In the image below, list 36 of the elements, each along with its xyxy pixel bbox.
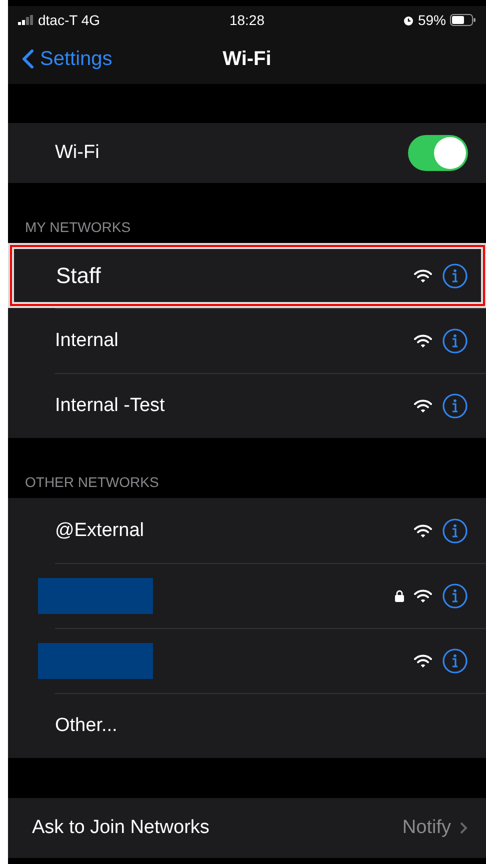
clock-time: 18:28 [229, 12, 265, 28]
wifi-signal-icon [414, 268, 432, 282]
network-row[interactable]: Internal -Test [8, 373, 486, 438]
wifi-signal-icon [414, 334, 432, 348]
network-row[interactable]: Internal [8, 308, 486, 373]
network-row[interactable]: @External [8, 498, 486, 563]
info-icon[interactable] [442, 583, 468, 609]
wifi-signal-icon [414, 589, 432, 603]
info-icon[interactable] [442, 393, 468, 419]
ask-to-join-row[interactable]: Ask to Join Networks Notify [8, 798, 486, 858]
wifi-signal-icon [414, 524, 432, 538]
section-header: MY NETWORKS [25, 219, 131, 235]
page-title: Wi-Fi [222, 48, 272, 70]
info-icon[interactable] [442, 328, 468, 354]
network-name: Staff [56, 262, 101, 288]
network-name: Internal -Test [55, 395, 165, 417]
chevron-icon [459, 821, 468, 835]
wifi-label: Wi-Fi [55, 142, 100, 164]
network-row[interactable]: Other... [8, 693, 486, 758]
other-network-label: Other... [55, 715, 118, 737]
section-header: OTHER NETWORKS [25, 474, 159, 490]
battery-icon [450, 14, 476, 26]
wifi-toggle[interactable] [408, 135, 468, 171]
back-chevron-icon [22, 49, 34, 69]
battery-percent: 59% [418, 12, 446, 28]
wifi-signal-icon [414, 399, 432, 413]
back-link[interactable]: Settings [8, 48, 112, 70]
network-name: Internal [55, 330, 118, 352]
info-icon[interactable] [442, 518, 468, 544]
info-icon[interactable] [442, 262, 468, 288]
signal-icon [18, 15, 34, 25]
carrier-label: dtac-T 4G [38, 12, 100, 28]
network-row[interactable]: Staff [8, 243, 486, 308]
wifi-signal-icon [414, 654, 432, 668]
info-icon[interactable] [442, 648, 468, 674]
network-name: @External [55, 520, 144, 542]
